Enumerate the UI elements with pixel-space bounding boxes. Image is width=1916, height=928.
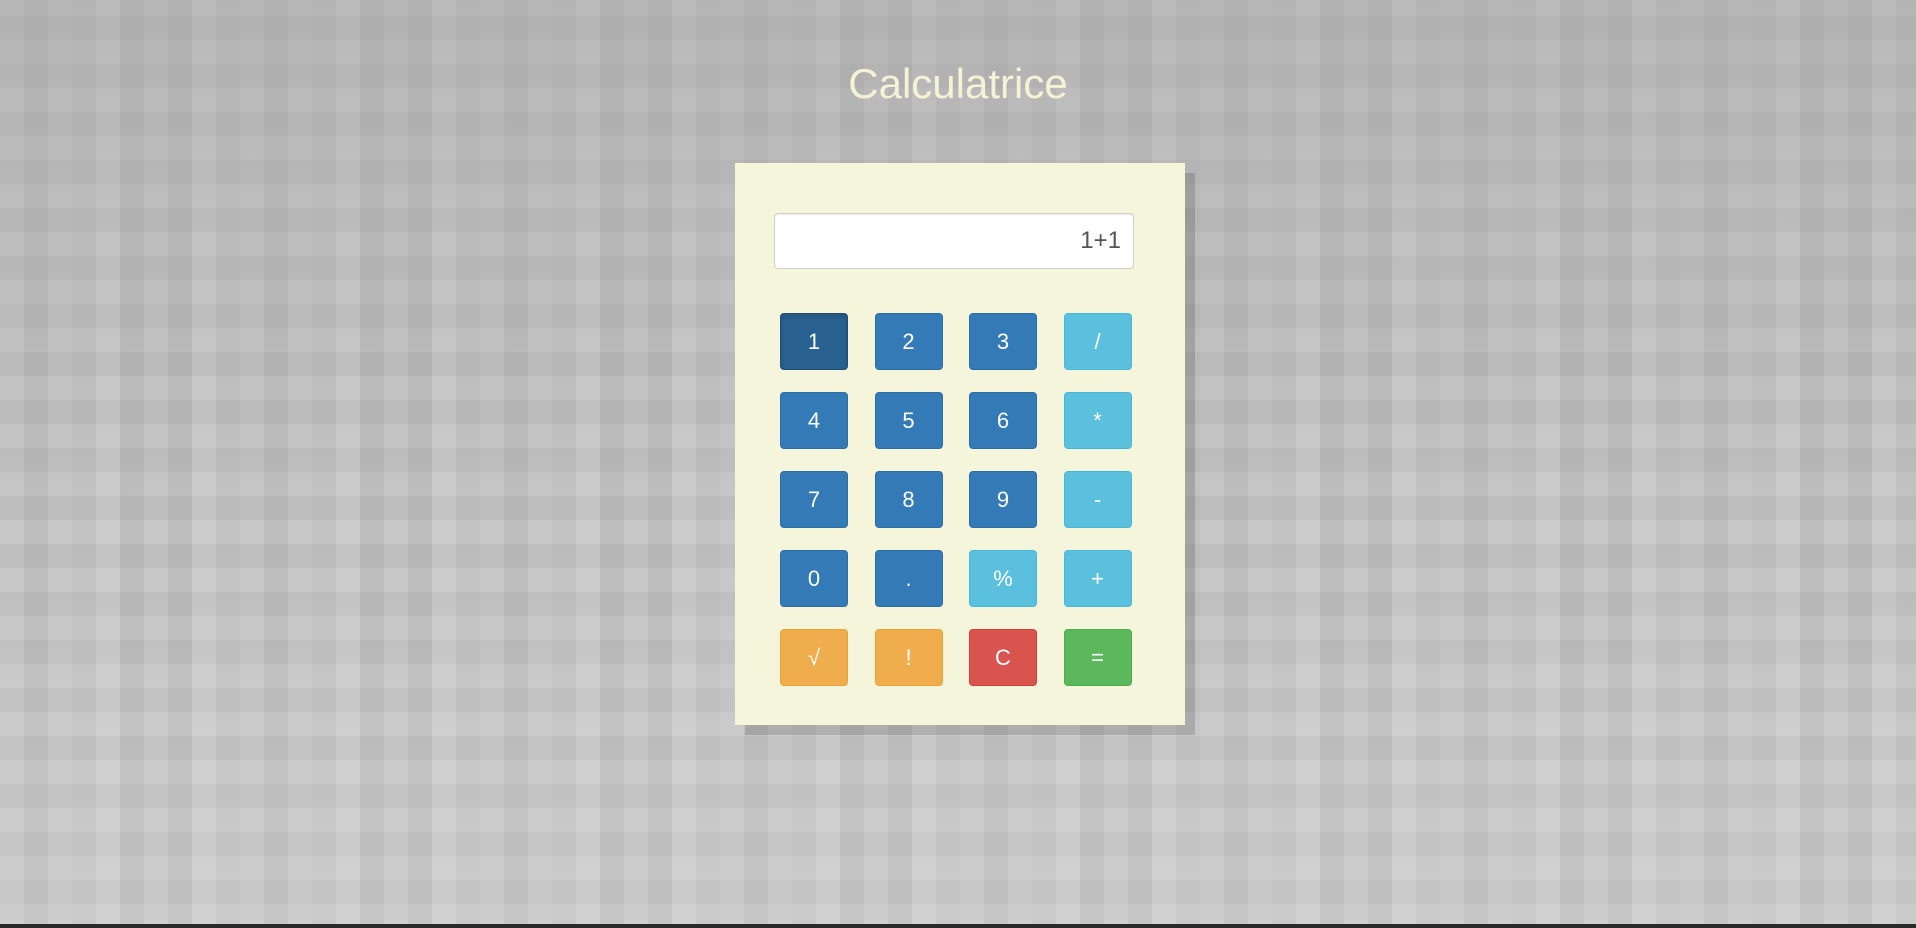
clear-button[interactable]: C: [969, 629, 1037, 686]
calculator-display[interactable]: [774, 213, 1134, 269]
decimal-point-button[interactable]: .: [874, 550, 943, 607]
key-2-button[interactable]: 2: [874, 313, 943, 370]
percent-button[interactable]: %: [969, 550, 1037, 607]
key-0-button[interactable]: 0: [780, 550, 848, 607]
calculator-panel: 1 2 3 / 4 5 6 * 7 8 9 - 0 . % + √ ! C =: [735, 163, 1185, 725]
key-4-button[interactable]: 4: [780, 392, 848, 449]
equals-button[interactable]: =: [1063, 629, 1132, 686]
add-button[interactable]: +: [1063, 550, 1132, 607]
key-3-button[interactable]: 3: [969, 313, 1037, 370]
page-title: Calculatrice: [848, 60, 1068, 107]
square-root-button[interactable]: √: [780, 629, 848, 686]
key-9-button[interactable]: 9: [969, 471, 1037, 528]
key-1-button[interactable]: 1: [780, 313, 848, 370]
multiply-button[interactable]: *: [1063, 392, 1132, 449]
key-8-button[interactable]: 8: [874, 471, 943, 528]
subtract-button[interactable]: -: [1063, 471, 1132, 528]
key-6-button[interactable]: 6: [969, 392, 1037, 449]
key-5-button[interactable]: 5: [874, 392, 943, 449]
window-bottom-edge: [0, 924, 1916, 928]
factorial-button[interactable]: !: [874, 629, 943, 686]
calculator-keypad: 1 2 3 / 4 5 6 * 7 8 9 - 0 . % + √ ! C =: [780, 313, 1132, 686]
divide-button[interactable]: /: [1063, 313, 1132, 370]
key-7-button[interactable]: 7: [780, 471, 848, 528]
